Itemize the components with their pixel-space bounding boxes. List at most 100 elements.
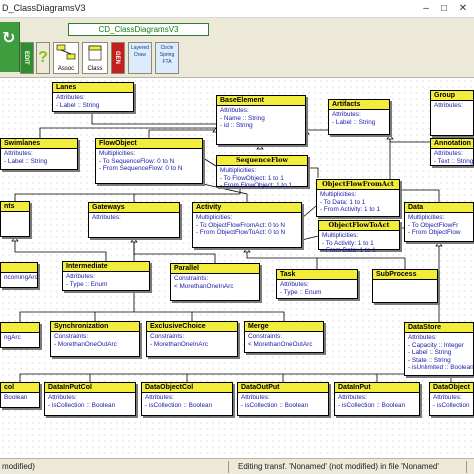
class-title: Artifacts [329,100,389,110]
inheritance-arrow-icon [256,144,264,150]
class-member: - isCollection :: Boolean [338,401,406,409]
association-objectflowtoact[interactable]: ObjectFlowToAct Multiplicities: - To Activ… [318,220,400,254]
class-body: Attributes: - Name :: String - id :: Strin… [217,106,305,131]
class-box-outarc[interactable]: ngArc [0,322,40,348]
section-label: Attributes: [56,94,85,101]
connector-line [308,167,319,178]
class-box-annotations[interactable]: Annotation Attributes: - Text :: String [430,138,474,166]
class-member: ngArc [4,334,21,341]
class-member: ncomingArc [4,274,37,281]
class-member: - Type :: Enum [66,280,108,288]
class-body: Attributes: - isCollection :: Boolean [45,393,135,410]
class-title: ObjectFlowToAct [319,221,399,231]
section-label: Attributes: [241,394,270,401]
class-member: - Label :: String [56,101,100,109]
class-body: Attributes: - isCollection :: Boolean [335,393,419,410]
help-button[interactable]: ? [36,42,50,74]
minimize-icon[interactable]: – [418,2,434,15]
connector-line [19,373,90,382]
association-icon [56,44,76,60]
assoc-button[interactable]: Assoc [53,42,79,74]
diagram-canvas[interactable]: Lanes Attributes: - Label :: String BaseEle… [0,78,474,458]
class-title: Activity [193,203,301,213]
section-label: Attributes: [434,102,463,109]
section-label: Attributes: [92,214,121,221]
class-member: < MorethanOneOutArc [248,340,313,348]
class-member: - isCollection :: Boolean [145,401,213,409]
layered-draw-button[interactable]: Layered Draw [128,42,152,74]
class-box-exclusivechoice[interactable]: ExclusiveChoice Constraints: - MorethanOne… [146,321,238,357]
class-box-datainputcol[interactable]: DataInPutCol Attributes: - isCollection ::… [44,382,136,416]
class-body: Attributes: - isCollection :: Boolean [238,393,328,410]
class-box-data[interactable]: Data Multiplicities: - To ObjectFlowFr - Fr… [404,202,474,242]
class-title: Group [431,91,473,101]
inheritance-arrow-icon [435,241,443,247]
section-label: Constraints: [174,275,209,282]
status-divider [466,461,467,473]
section-label: Multiplicities: [220,167,257,174]
class-body: Multiplicities: - To SequenceFlow: 0 to N… [96,149,202,174]
class-title: ObjectFlowFromAct [317,180,399,190]
section-label: Attributes: [332,111,361,118]
app-logo-icon: ↻ [0,22,20,72]
class-box-subprocess[interactable]: SubProcess [372,269,438,303]
connector-line [134,311,193,321]
class-box-parallel[interactable]: Parallel Constraints: < MorethanOneInArc [170,263,260,301]
section-label: Multiplicities: [196,214,233,221]
class-box-flowobject[interactable]: FlowObject Multiplicities: - To SequenceFl… [95,138,203,184]
class-title: DataInPutCol [45,383,135,393]
class-box-task[interactable]: Task Attributes: - Type :: Enum [276,269,358,299]
class-title: nts [1,202,29,212]
class-box-datainput[interactable]: DataInPut Attributes: - isCollection :: Bo… [334,382,420,416]
edit-button[interactable]: EDIT [20,42,34,74]
maximize-icon[interactable]: □ [436,2,452,15]
status-divider [228,461,229,473]
class-box-events[interactable]: nts [0,201,30,237]
toolbar: ↻ CD_ClassDiagramsV3 EDIT ? Assoc Class … [0,18,474,78]
class-label: Class [87,66,103,72]
gen-button[interactable]: GEN [111,42,125,74]
class-member: - Capacity :: Integer [408,341,464,349]
class-title: SubProcess [373,270,437,280]
class-box-col[interactable]: col Boolean [0,382,40,408]
class-member: - To FlowObject: 1 to 1 [220,174,284,182]
class-box-gateways[interactable]: Gateways Attributes: [88,202,180,238]
tab-class-diagram[interactable]: CD_ClassDiagramsV3 [68,23,209,36]
class-box-group[interactable]: Group Attributes: [430,90,474,136]
class-member: - To ObjectFlowFromAct: 0 to N [196,221,286,229]
class-member: - State :: String [408,356,451,364]
class-box-dataoutput[interactable]: DataOutPut Attributes: - isCollection :: B… [237,382,329,416]
association-sequenceflow[interactable]: SequenceFlow Multiplicities: - To FlowObje… [216,155,308,190]
window-titlebar: D_ClassDiagramsV3 – □ ✕ [0,0,474,18]
class-box-activity[interactable]: Activity Multiplicities: - To ObjectFlowFr… [192,202,302,248]
class-button[interactable]: Class [82,42,108,74]
class-box-intermediate[interactable]: Intermediate Attributes: - Type :: Enum [62,261,150,291]
association-objectflowfromact[interactable]: ObjectFlowFromAct Multiplicities: - To Dat… [316,179,400,217]
class-box-dataobject[interactable]: DataObject Attributes: - isCollection [429,382,474,416]
class-box-artifacts[interactable]: Artifacts Attributes: - Label :: String [328,99,390,135]
section-label: Multiplicities: [320,191,357,198]
class-box-baseelement[interactable]: BaseElement Attributes: - Name :: String - … [216,95,306,145]
circle-spring-button[interactable]: Circle Spring FTA [155,42,179,74]
class-box-datastore[interactable]: DataStore Attributes: - Capacity :: Intege… [404,322,474,376]
class-member: - isCollection :: Boolean [48,401,116,409]
class-title: Swimlanes [1,139,77,149]
class-box-synchronization[interactable]: Synchronization Constraints: - MorethanOne… [50,321,140,357]
class-member: - Name :: String [220,114,265,122]
class-body: Attributes: - Text :: String [431,149,473,166]
class-box-dataobjectcol[interactable]: DataObjectCol Attributes: - isCollection :… [141,382,233,416]
section-label: Multiplicities: [99,150,136,157]
class-body: Multiplicities: - To Activity: 1 to 1- Fr… [319,231,399,256]
close-icon[interactable]: ✕ [455,2,471,15]
class-member: - From FlowObject: 1 to 1 [220,182,293,190]
section-label: Attributes: [434,150,463,157]
class-body: Attributes: [89,213,179,223]
section-label: Constraints: [54,333,89,340]
class-box-merge[interactable]: Merge Constraints: < MorethanOneOutArc [244,321,324,353]
class-box-swimlanes[interactable]: Swimlanes Attributes: - Label :: String [0,138,78,170]
class-box-incomingarc[interactable]: ncomingArc [0,262,38,288]
class-box-lanes[interactable]: Lanes Attributes: - Label :: String [52,82,134,112]
class-body: Attributes: - Type :: Enum [63,272,149,289]
section-label: Attributes: [66,273,95,280]
class-icon [88,45,102,61]
